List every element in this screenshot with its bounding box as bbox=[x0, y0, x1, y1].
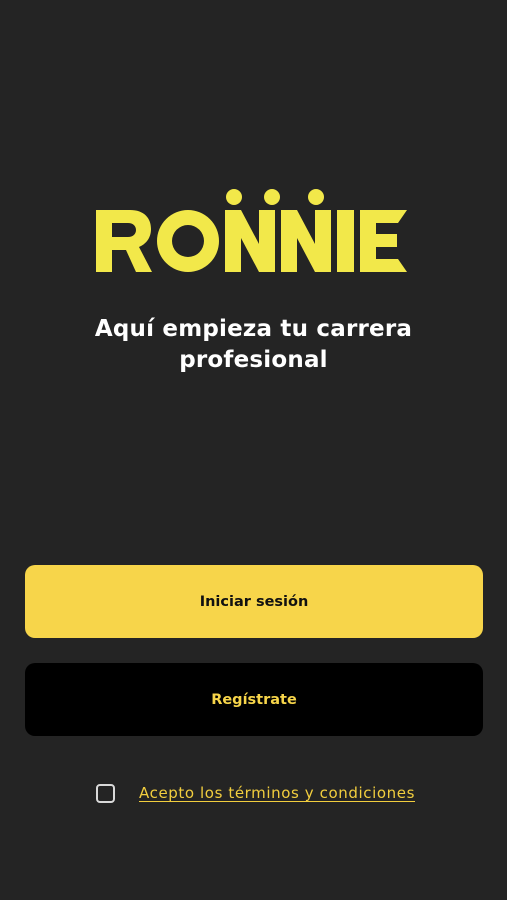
welcome-screen: Aquí empieza tu carrera profesional Inic… bbox=[0, 0, 507, 900]
terms-row: Acepto los términos y condiciones bbox=[96, 781, 415, 805]
login-button[interactable]: Iniciar sesión bbox=[25, 565, 483, 638]
terms-link[interactable]: Acepto los términos y condiciones bbox=[139, 784, 415, 802]
tagline-line-2: profesional bbox=[179, 347, 328, 373]
tagline-line-1: Aquí empieza tu carrera bbox=[94, 316, 413, 342]
terms-checkbox[interactable] bbox=[96, 783, 115, 803]
tagline: Aquí empieza tu carrera profesional bbox=[40, 314, 467, 376]
ronnie-logo bbox=[94, 186, 412, 278]
register-button[interactable]: Regístrate bbox=[25, 663, 483, 736]
